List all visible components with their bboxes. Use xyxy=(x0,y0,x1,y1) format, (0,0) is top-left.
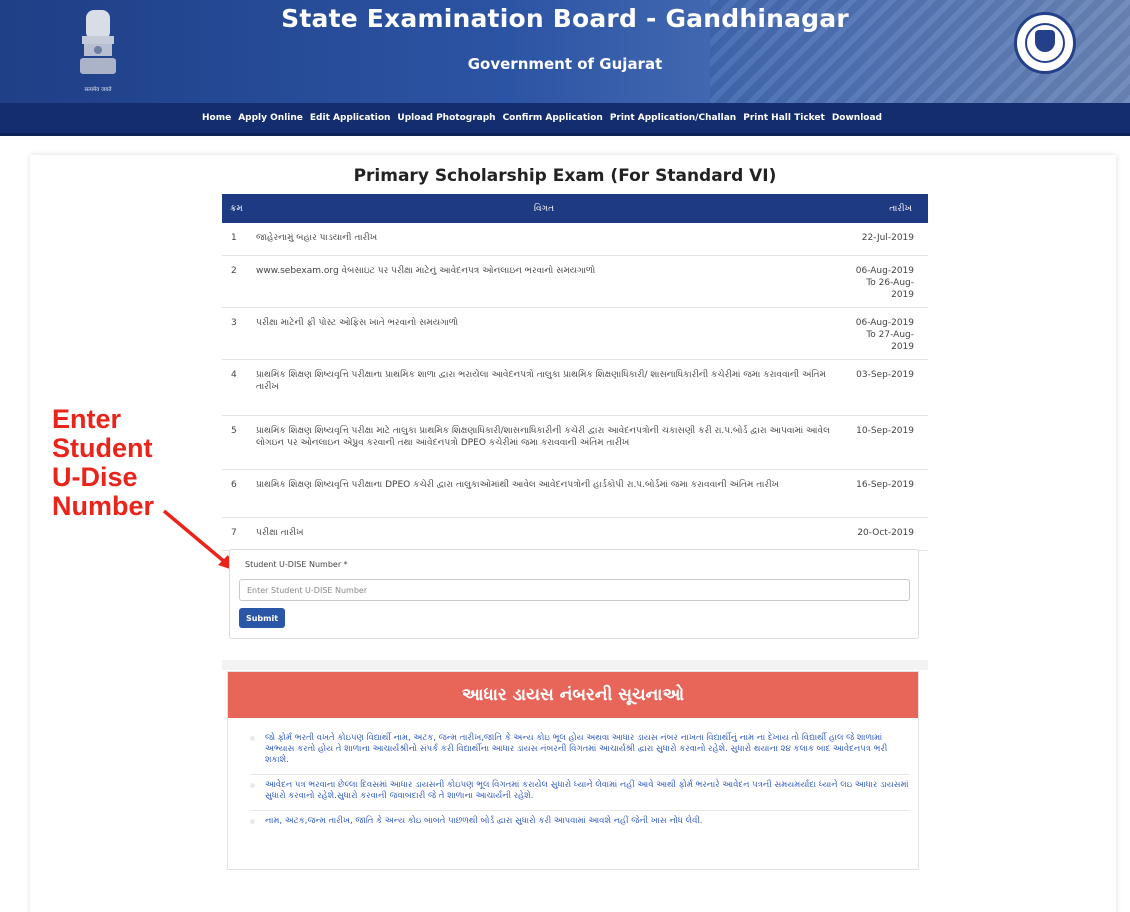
instruction-text: નામ, અટક,જન્મ તારીખ, જાતિ કે અન્ય કોઇ બા… xyxy=(265,816,703,826)
section-divider xyxy=(222,660,928,670)
main-navbar: Home Apply Online Edit Application Uploa… xyxy=(0,103,1130,136)
nav-download[interactable]: Download xyxy=(832,113,882,123)
site-title: State Examination Board - Gandhinagar xyxy=(281,4,849,33)
annotation-line: U-Dise xyxy=(52,462,138,492)
instruction-text: આવેદન પત્ર ભરવાના છેલ્લા દિવસમાં આધાર ડા… xyxy=(265,780,909,801)
schedule-header-row: ક્રમ વિગત તારીખ xyxy=(222,194,928,223)
table-row: 1 જાહેરનામું બહાર પાડયાની તારીખ 22-Jul-2… xyxy=(222,223,928,256)
header-desc: વિગત xyxy=(533,203,555,214)
row-desc: પરીક્ષા માટેની ફી પોસ્ટ ઓફિસ ખાતે ભરવાનો… xyxy=(250,307,838,360)
row-num: 2 xyxy=(222,255,250,308)
instructions-title: આધાર ડાયસ નંબરની સૂચનાઓ xyxy=(228,672,918,718)
list-item: જો ફોર્મ ભરતી વખતે કોઇપણ વિદ્યાર્થી નામ,… xyxy=(250,728,910,775)
emblem-motto: सत्यमेव जयते xyxy=(84,86,112,93)
row-date: 22-Jul-2019 xyxy=(838,223,928,256)
row-num: 1 xyxy=(222,223,250,256)
site-subtitle: Government of Gujarat xyxy=(467,55,663,73)
udise-input[interactable] xyxy=(239,579,910,601)
bullet-icon xyxy=(250,736,255,741)
nav-upload-photograph[interactable]: Upload Photograph xyxy=(397,113,495,123)
table-row: 6 પ્રાથમિક શિક્ષણ શિષ્યવૃત્તિ પરીક્ષાના … xyxy=(222,469,928,518)
udise-label: Student U-DISE Number * xyxy=(245,560,348,569)
list-item: આવેદન પત્ર ભરવાના છેલ્લા દિવસમાં આધાર ડા… xyxy=(250,775,910,811)
row-desc: પરીક્ષા તારીખ xyxy=(250,517,838,551)
nav-print-application-challan[interactable]: Print Application/Challan xyxy=(610,113,736,123)
instructions-panel: આધાર ડાયસ નંબરની સૂચનાઓ જો ફોર્મ ભરતી વખ… xyxy=(227,671,919,870)
table-row: 7 પરીક્ષા તારીખ 20-Oct-2019 xyxy=(222,517,928,551)
instructions-list: જો ફોર્મ ભરતી વખતે કોઇપણ વિદ્યાર્થી નામ,… xyxy=(250,728,910,835)
udise-form: Student U-DISE Number * Submit xyxy=(229,549,919,639)
row-date: 03-Sep-2019 xyxy=(838,359,928,416)
annotation-line: Student xyxy=(52,433,153,463)
row-date: 10-Sep-2019 xyxy=(838,415,928,470)
nav-confirm-application[interactable]: Confirm Application xyxy=(503,113,603,123)
row-date: 06-Aug-2019 To 27-Aug-2019 xyxy=(838,307,928,360)
row-num: 4 xyxy=(222,359,250,416)
header-date: તારીખ xyxy=(889,203,912,214)
nav-edit-application[interactable]: Edit Application xyxy=(310,113,391,123)
table-row: 5 પ્રાથમિક શિક્ષણ શિષ્યવૃત્તિ પરીક્ષા મા… xyxy=(222,415,928,470)
annotation-callout: Enter Student U-Dise Number xyxy=(52,405,154,521)
row-desc: જાહેરનામું બહાર પાડયાની તારીખ xyxy=(250,223,838,256)
nav-print-hall-ticket[interactable]: Print Hall Ticket xyxy=(743,113,825,123)
row-desc: www.sebexam.org વેબસાઇટ પર પરીક્ષા માટેન… xyxy=(250,255,838,308)
bullet-icon xyxy=(250,819,255,824)
row-num: 5 xyxy=(222,415,250,470)
row-date: 06-Aug-2019 To 26-Aug-2019 xyxy=(838,255,928,308)
schedule-table: ક્રમ વિગત તારીખ 1 જાહેરનામું બહાર પાડયાન… xyxy=(222,194,928,551)
nav-menu: Home Apply Online Edit Application Uploa… xyxy=(202,113,882,123)
row-desc: પ્રાથમિક શિક્ષણ શિષ્યવૃત્તિ પરીક્ષાના પ્… xyxy=(250,359,838,416)
row-num: 3 xyxy=(222,307,250,360)
red-arrow-icon xyxy=(162,509,236,571)
row-desc: પ્રાથમિક શિક્ષણ શિષ્યવૃત્તિ પરીક્ષા માટે… xyxy=(250,415,838,470)
bullet-icon xyxy=(250,783,255,788)
row-desc: પ્રાથમિક શિક્ષણ શિષ્યવૃત્તિ પરીક્ષાના DP… xyxy=(250,469,838,518)
table-row: 3 પરીક્ષા માટેની ફી પોસ્ટ ઓફિસ ખાતે ભરવા… xyxy=(222,307,928,360)
row-date: 16-Sep-2019 xyxy=(838,469,928,518)
submit-button[interactable]: Submit xyxy=(239,608,285,628)
table-row: 2 www.sebexam.org વેબસાઇટ પર પરીક્ષા માટ… xyxy=(222,255,928,308)
header-num: ક્રમ xyxy=(230,203,243,214)
annotation-line: Enter xyxy=(52,404,122,434)
annotation-line: Number xyxy=(52,491,155,521)
government-seal-icon xyxy=(1014,12,1076,74)
list-item: નામ, અટક,જન્મ તારીખ, જાતિ કે અન્ય કોઇ બા… xyxy=(250,811,910,835)
nav-home[interactable]: Home xyxy=(202,113,231,123)
exam-title: Primary Scholarship Exam (For Standard V… xyxy=(353,166,777,186)
nav-apply-online[interactable]: Apply Online xyxy=(238,113,303,123)
header-banner: सत्यमेव जयते State Examination Board - G… xyxy=(0,0,1130,103)
table-row: 4 પ્રાથમિક શિક્ષણ શિષ્યવૃત્તિ પરીક્ષાના … xyxy=(222,359,928,416)
instruction-text: જો ફોર્મ ભરતી વખતે કોઇપણ વિદ્યાર્થી નામ,… xyxy=(265,733,888,765)
row-date: 20-Oct-2019 xyxy=(838,517,928,551)
